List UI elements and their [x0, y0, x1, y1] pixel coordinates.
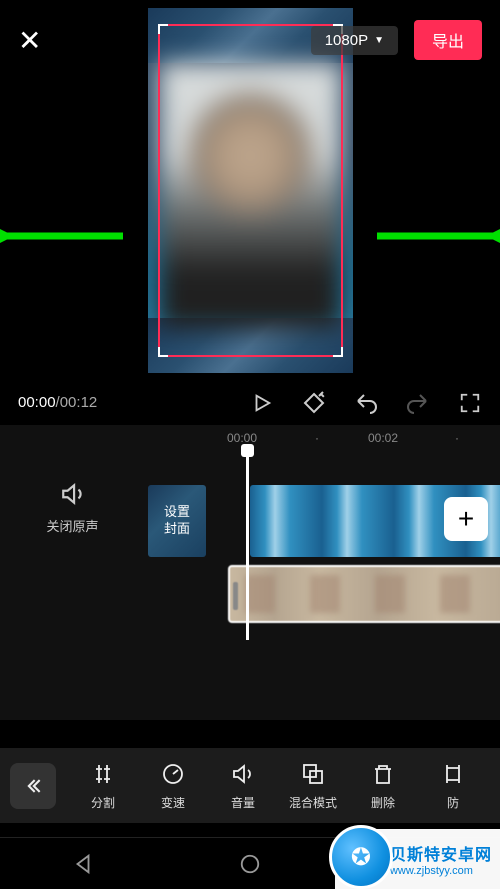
- close-button[interactable]: ✕: [18, 24, 41, 57]
- playhead[interactable]: [246, 450, 249, 640]
- volume-icon: [230, 761, 256, 787]
- redo-button: [406, 391, 430, 415]
- timeline[interactable]: 00:00 · 00:02 · 关闭原声 设置 封面 +: [0, 425, 500, 720]
- tool-blend[interactable]: 混合模式: [278, 761, 348, 811]
- shield-icon: [440, 761, 466, 787]
- tool-volume[interactable]: 音量: [208, 761, 278, 811]
- set-cover-button[interactable]: 设置 封面: [148, 485, 206, 557]
- tool-prevent[interactable]: 防: [418, 761, 488, 811]
- split-icon: [90, 761, 116, 787]
- nav-home-button[interactable]: [230, 844, 270, 884]
- arrow-left-annotation: [0, 218, 128, 254]
- arrow-right-annotation: [372, 218, 500, 254]
- resolution-selector[interactable]: 1080P ▼: [311, 26, 398, 55]
- tool-label: 音量: [231, 794, 255, 811]
- tool-label: 删除: [371, 794, 395, 811]
- mute-original-button[interactable]: 关闭原声: [0, 480, 145, 535]
- ruler-mark: 00:02: [368, 431, 398, 445]
- play-button[interactable]: [250, 391, 274, 415]
- nav-back-button[interactable]: [63, 844, 103, 884]
- tool-label: 防: [447, 794, 459, 811]
- watermark: ✪ 贝斯特安卓网 www.zjbstyy.com: [335, 829, 500, 889]
- ruler-mark: 00:00: [227, 431, 257, 445]
- tool-delete[interactable]: 删除: [348, 761, 418, 811]
- tool-label: 变速: [161, 794, 185, 811]
- tool-split[interactable]: 分割: [68, 761, 138, 811]
- fullscreen-button[interactable]: [458, 391, 482, 415]
- chevron-down-icon: ▼: [374, 35, 384, 46]
- ruler-tick: ·: [315, 431, 319, 445]
- add-clip-button[interactable]: +: [444, 497, 488, 541]
- watermark-logo-icon: ✪: [329, 825, 393, 889]
- video-track-overlay[interactable]: [228, 565, 500, 623]
- export-button[interactable]: 导出: [414, 20, 482, 60]
- selection-box[interactable]: [158, 24, 343, 357]
- timecode: 00:00/00:12: [18, 394, 97, 411]
- undo-button[interactable]: [354, 391, 378, 415]
- cover-label: 设置 封面: [164, 504, 190, 538]
- bottom-toolbar: 分割 变速 音量 混合模式 删除 防: [0, 748, 500, 823]
- tool-label: 分割: [91, 794, 115, 811]
- watermark-url: www.zjbstyy.com: [390, 865, 492, 877]
- tool-label: 混合模式: [289, 794, 337, 811]
- mute-label: 关闭原声: [0, 516, 145, 535]
- collapse-toolbar-button[interactable]: [10, 763, 56, 809]
- delete-icon: [370, 761, 396, 787]
- speed-icon: [160, 761, 186, 787]
- resolution-value: 1080P: [325, 32, 368, 49]
- blend-icon: [300, 761, 326, 787]
- speaker-icon: [59, 480, 87, 508]
- watermark-title: 贝斯特安卓网: [390, 841, 492, 865]
- tool-speed[interactable]: 变速: [138, 761, 208, 811]
- ruler-tick: ·: [455, 431, 459, 445]
- keyframe-button[interactable]: [302, 391, 326, 415]
